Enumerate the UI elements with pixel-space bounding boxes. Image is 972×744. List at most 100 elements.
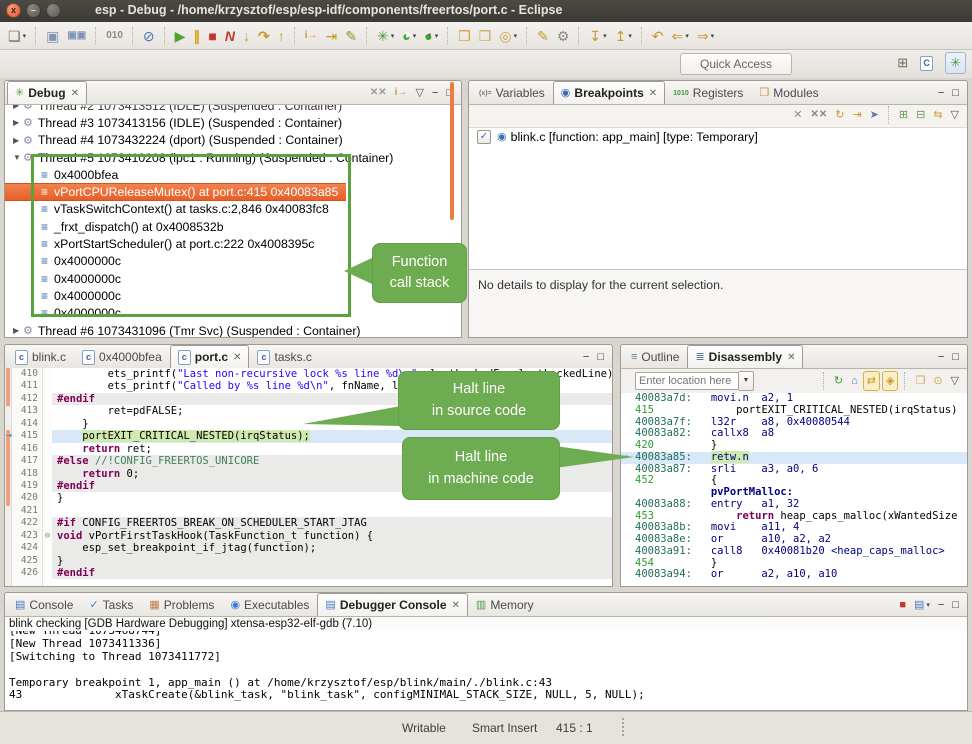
view-menu-icon[interactable]: ▽: [948, 372, 962, 390]
run-icon[interactable]: ●▶▾: [399, 25, 419, 47]
code-line[interactable]: void vPortFirstTaskHook(TaskFunction_t f…: [52, 530, 612, 542]
maximize-icon[interactable]: □: [594, 348, 607, 366]
tab-port-c[interactable]: cport.c✕: [170, 345, 250, 368]
code-line[interactable]: #if CONFIG_FREERTOS_BREAK_ON_SCHEDULER_S…: [52, 517, 612, 529]
external-tools-dropdown-icon[interactable]: ▾: [435, 32, 439, 40]
fold-marker-icon[interactable]: ⊖: [43, 530, 52, 542]
thread-row[interactable]: ▶⚙Thread #2 1073413512 (IDLE) (Suspended…: [5, 105, 461, 114]
forward-history-dropdown-icon[interactable]: ▾: [711, 32, 715, 40]
debug-call-stack-tree[interactable]: ▶⚙Thread #2 1073413512 (IDLE) (Suspended…: [5, 105, 461, 337]
previous-annotation-icon[interactable]: ↥▾: [612, 25, 635, 47]
open-element-icon[interactable]: ❒: [476, 25, 495, 47]
tab-disassembly[interactable]: ≣Disassembly✕: [687, 345, 803, 368]
debug-perspective-button[interactable]: ✳: [945, 52, 966, 74]
editor-fold-column[interactable]: ⊖: [43, 368, 52, 586]
stack-frame[interactable]: ≡0x4000000c: [5, 253, 461, 270]
window-close-button[interactable]: x: [6, 3, 21, 18]
tab-outline[interactable]: ≡Outline: [623, 345, 687, 368]
use-step-filters-icon[interactable]: ⇥: [323, 25, 341, 47]
next-annotation-icon[interactable]: ↧▾: [586, 25, 609, 47]
run-dropdown-icon[interactable]: ▾: [413, 32, 417, 40]
close-tab-icon[interactable]: ✕: [452, 600, 460, 611]
tab-tasks[interactable]: ✓Tasks: [81, 593, 141, 616]
minimize-icon[interactable]: −: [429, 84, 441, 102]
collapse-all-icon[interactable]: ⊟: [913, 106, 928, 124]
stack-frame[interactable]: ≡xPortStartScheduler() at port.c:222 0x4…: [5, 235, 461, 252]
minimize-icon[interactable]: −: [935, 84, 947, 102]
code-line[interactable]: return 0;: [52, 468, 612, 480]
back-history-icon[interactable]: ⇐▾: [669, 25, 692, 47]
stack-frame[interactable]: ≡vPortCPUReleaseMutex() at port.c:415 0x…: [5, 183, 346, 200]
minimize-icon[interactable]: −: [580, 348, 592, 366]
close-tab-icon[interactable]: ✕: [649, 88, 657, 99]
tab-modules[interactable]: ❒Modules: [751, 81, 826, 104]
show-breakpoints-supported-icon[interactable]: ↻: [832, 106, 847, 124]
search-dropdown-icon[interactable]: ▾: [514, 32, 518, 40]
stack-frame[interactable]: ≡0x4000bfea: [5, 166, 461, 183]
link-with-debug-view-icon[interactable]: ⇆: [930, 106, 945, 124]
sync-with-selection-icon[interactable]: ⇄: [863, 371, 880, 391]
forward-history-icon[interactable]: ⇒▾: [694, 25, 717, 47]
open-perspective-button[interactable]: ⊞: [893, 53, 912, 73]
code-line[interactable]: #endif: [52, 480, 612, 492]
instruction-stepping-icon[interactable]: i→: [302, 25, 321, 47]
go-to-file-for-breakpoint-icon[interactable]: ⇥: [849, 106, 864, 124]
code-line[interactable]: }: [52, 555, 612, 567]
remove-all-breakpoints-icon[interactable]: ✕✕: [807, 106, 830, 124]
refresh-view-icon[interactable]: ↻: [831, 372, 846, 390]
tab-0x4000bfea[interactable]: c0x4000bfea: [74, 345, 170, 368]
window-maximize-button[interactable]: [46, 3, 61, 18]
expand-arrow-icon[interactable]: ▶: [13, 105, 23, 110]
external-tools-icon[interactable]: ●▪▾: [421, 25, 441, 47]
terminate-icon[interactable]: ■: [205, 25, 219, 47]
thread-row[interactable]: ▼⚙Thread #5 1073410208 (ipc1 : Running) …: [5, 149, 461, 166]
maximize-icon[interactable]: □: [949, 348, 962, 366]
tab-debugger-console[interactable]: ▤Debugger Console✕: [317, 593, 467, 616]
location-dropdown-icon[interactable]: ▼: [739, 371, 754, 391]
tab-variables[interactable]: (x)=Variables: [471, 81, 553, 104]
tab-tasks-c[interactable]: ctasks.c: [249, 345, 319, 368]
expand-all-icon[interactable]: ⊞: [896, 106, 911, 124]
disassembly-listing[interactable]: 40083a7d: movi.n a2, 1415 portEXIT_CRITI…: [621, 393, 967, 586]
expand-arrow-icon[interactable]: ▶: [13, 118, 23, 127]
maximize-icon[interactable]: □: [949, 84, 962, 102]
quick-access-button[interactable]: Quick Access: [680, 53, 792, 75]
editor-annotation-ruler[interactable]: [5, 368, 12, 586]
edit-step-filters-icon[interactable]: ✎: [342, 25, 360, 47]
binary-icon[interactable]: 010: [103, 25, 126, 47]
thread-row[interactable]: ▶⚙Thread #3 1073413156 (IDLE) (Suspended…: [5, 114, 461, 131]
pin-view-icon[interactable]: ⊙: [930, 372, 945, 390]
stack-frame[interactable]: ≡0x4000000c: [5, 305, 461, 322]
step-into-icon[interactable]: ↓: [240, 25, 253, 47]
code-line[interactable]: ets_printf("Last non-recursive lock %s l…: [52, 368, 612, 380]
remove-selected-breakpoint-icon[interactable]: ✕: [790, 106, 805, 124]
code-line[interactable]: ets_printf("Called by %s line %d\n", fnN…: [52, 380, 612, 392]
build-settings-icon[interactable]: ⚙: [554, 25, 573, 47]
new-wizard-dropdown-icon[interactable]: ▾: [23, 32, 27, 40]
debug-icon[interactable]: ✳▾: [374, 25, 397, 47]
code-line[interactable]: #endif: [52, 393, 612, 405]
step-return-icon[interactable]: ↑: [275, 25, 288, 47]
thread-row[interactable]: ▶⚙Thread #6 1073431096 (Tmr Svc) (Suspen…: [5, 322, 461, 337]
location-input[interactable]: [635, 372, 739, 390]
close-tab-icon[interactable]: ✕: [71, 88, 79, 99]
save-icon[interactable]: ▣: [43, 25, 62, 47]
code-line[interactable]: }: [52, 418, 612, 430]
disconnect-icon[interactable]: N: [222, 25, 238, 47]
code-line[interactable]: return ret;: [52, 443, 612, 455]
stack-frame[interactable]: ≡_frxt_dispatch() at 0x4008532b: [5, 218, 461, 235]
suspend-icon[interactable]: ∥: [190, 25, 203, 47]
tab-breakpoints[interactable]: ◉Breakpoints✕: [553, 81, 665, 104]
stack-frame[interactable]: ≡vTaskSwitchContext() at tasks.c:2,846 0…: [5, 201, 461, 218]
tab-registers[interactable]: 1010Registers: [665, 81, 751, 104]
code-line[interactable]: }: [52, 492, 612, 504]
debug-dropdown-icon[interactable]: ▾: [391, 32, 395, 40]
editor-code-area[interactable]: ets_printf("Last non-recursive lock %s l…: [52, 368, 612, 586]
tab-blink-c[interactable]: cblink.c: [7, 345, 74, 368]
code-editor[interactable]: 410411412413414415→416417418419420421422…: [5, 368, 612, 586]
stack-frame[interactable]: ≡0x4000000c: [5, 287, 461, 304]
new-wizard-icon[interactable]: ❏▾: [5, 25, 29, 47]
window-minimize-button[interactable]: –: [26, 3, 41, 18]
tab-executables[interactable]: ◉Executables: [222, 593, 317, 616]
display-selected-console-icon[interactable]: ▤▾: [911, 596, 933, 614]
